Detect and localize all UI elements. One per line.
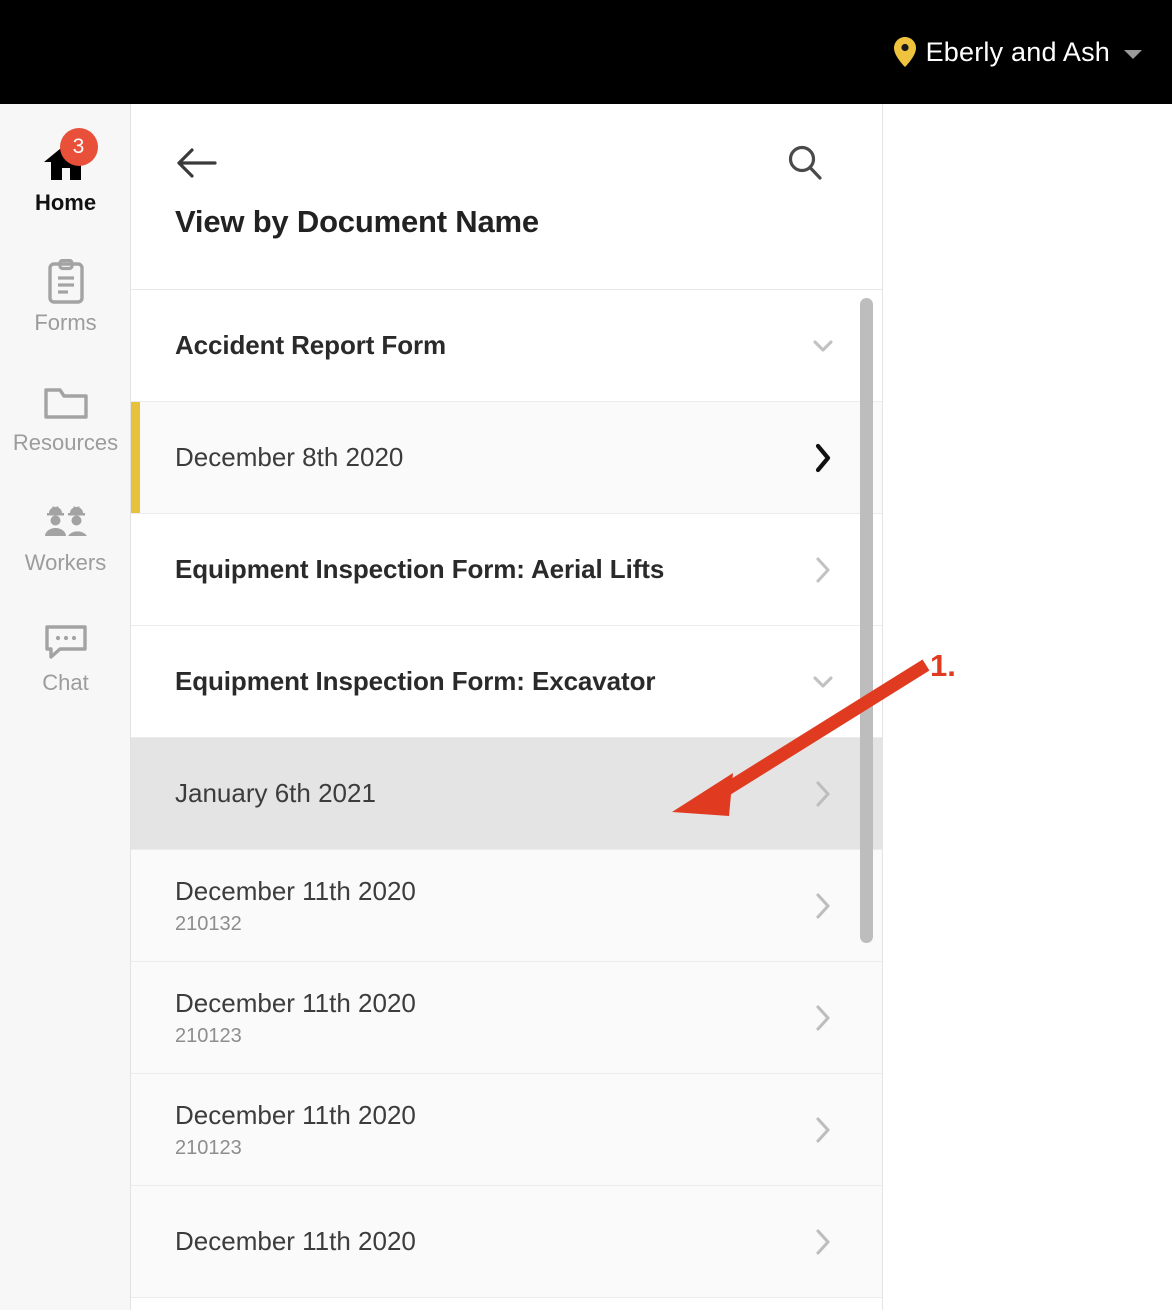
sidebar-item-forms-label: Forms (34, 310, 97, 335)
workers-icon (41, 502, 91, 547)
detail-pane (884, 104, 1172, 1310)
list-item-title: December 11th 2020 (175, 987, 416, 1018)
chevron-down-icon[interactable] (812, 665, 834, 699)
list-item-title: December 8th 2020 (175, 442, 404, 472)
sidebar-item-workers-label: Workers (24, 550, 107, 575)
sidebar-item-resources-label: Resources (12, 430, 119, 455)
list-item-document[interactable]: December 11th 2020 210123 (131, 1074, 882, 1186)
home-badge: 3 (59, 128, 98, 166)
back-arrow-icon[interactable] (175, 146, 217, 180)
clipboard-icon (46, 258, 86, 310)
sidebar-item-forms[interactable]: Forms (0, 238, 131, 358)
site-name-label: Eberly and Ash (925, 36, 1110, 67)
list-item-title: January 6th 2021 (175, 778, 376, 808)
list-item-document[interactable]: December 11th 2020 210132 (131, 850, 882, 962)
list-item-document[interactable]: December 11th 2020 210123 (131, 962, 882, 1074)
chevron-right-icon[interactable] (812, 777, 834, 811)
list-item-subtitle: 210123 (175, 1024, 242, 1047)
search-icon[interactable] (786, 144, 824, 182)
document-list: Accident Report Form December 8th 2020 E… (131, 290, 882, 1310)
chat-icon (43, 623, 89, 666)
list-scrollbar-thumb[interactable] (860, 298, 873, 943)
sidebar-item-home-label: Home (34, 190, 97, 215)
chevron-right-icon[interactable] (812, 553, 834, 587)
list-item-subtitle: 210132 (175, 912, 242, 935)
list-item-document[interactable]: January 6th 2021 (131, 738, 882, 850)
list-item-group[interactable]: Accident Report Form (131, 290, 882, 402)
sidebar-item-chat[interactable]: Chat (0, 598, 131, 718)
sidebar-item-resources[interactable]: Resources (0, 358, 131, 478)
list-item-group[interactable]: Equipment Inspection Form: Aerial Lifts (131, 514, 882, 626)
list-item-title: December 11th 2020 (175, 1226, 416, 1256)
page-title: View by Document Name (175, 204, 539, 239)
chevron-right-icon[interactable] (812, 441, 834, 475)
document-list-panel: View by Document Name Accident Report Fo… (131, 104, 883, 1310)
chevron-down-icon[interactable] (812, 329, 834, 363)
app-root: Eberly and Ash 3 Home Forms Resources Wo… (0, 0, 1172, 1310)
list-item-title: Equipment Inspection Form: Aerial Lifts (175, 554, 665, 584)
panel-header: View by Document Name (131, 104, 882, 290)
list-item-document[interactable]: December 8th 2020 (131, 402, 882, 514)
site-selector[interactable]: Eberly and Ash (893, 36, 1142, 68)
chevron-right-icon[interactable] (812, 1001, 834, 1035)
list-item-title: Accident Report Form (175, 330, 447, 360)
sidebar-item-chat-label: Chat (42, 670, 89, 695)
list-item-title: December 11th 2020 (175, 875, 416, 906)
chevron-right-icon[interactable] (812, 1113, 834, 1147)
list-item-document[interactable]: December 11th 2020 (131, 1186, 882, 1298)
top-bar: Eberly and Ash (0, 0, 1172, 104)
sidebar-item-workers[interactable]: Workers (0, 478, 131, 598)
sidebar: 3 Home Forms Resources Workers Chat (0, 104, 131, 1310)
chevron-right-icon[interactable] (812, 889, 834, 923)
location-pin-icon (893, 37, 916, 67)
list-item-title: December 11th 2020 (175, 1099, 416, 1130)
list-item-group[interactable]: Equipment Inspection Form: Excavator (131, 626, 882, 738)
list-item-subtitle: 210123 (175, 1136, 242, 1159)
folder-icon (43, 384, 89, 425)
chevron-right-icon[interactable] (812, 1225, 834, 1259)
list-scrollbar[interactable] (857, 290, 875, 1310)
sidebar-item-home[interactable]: 3 Home (0, 118, 131, 238)
list-item-title: Equipment Inspection Form: Excavator (175, 666, 656, 696)
chevron-down-icon[interactable] (1124, 49, 1142, 59)
